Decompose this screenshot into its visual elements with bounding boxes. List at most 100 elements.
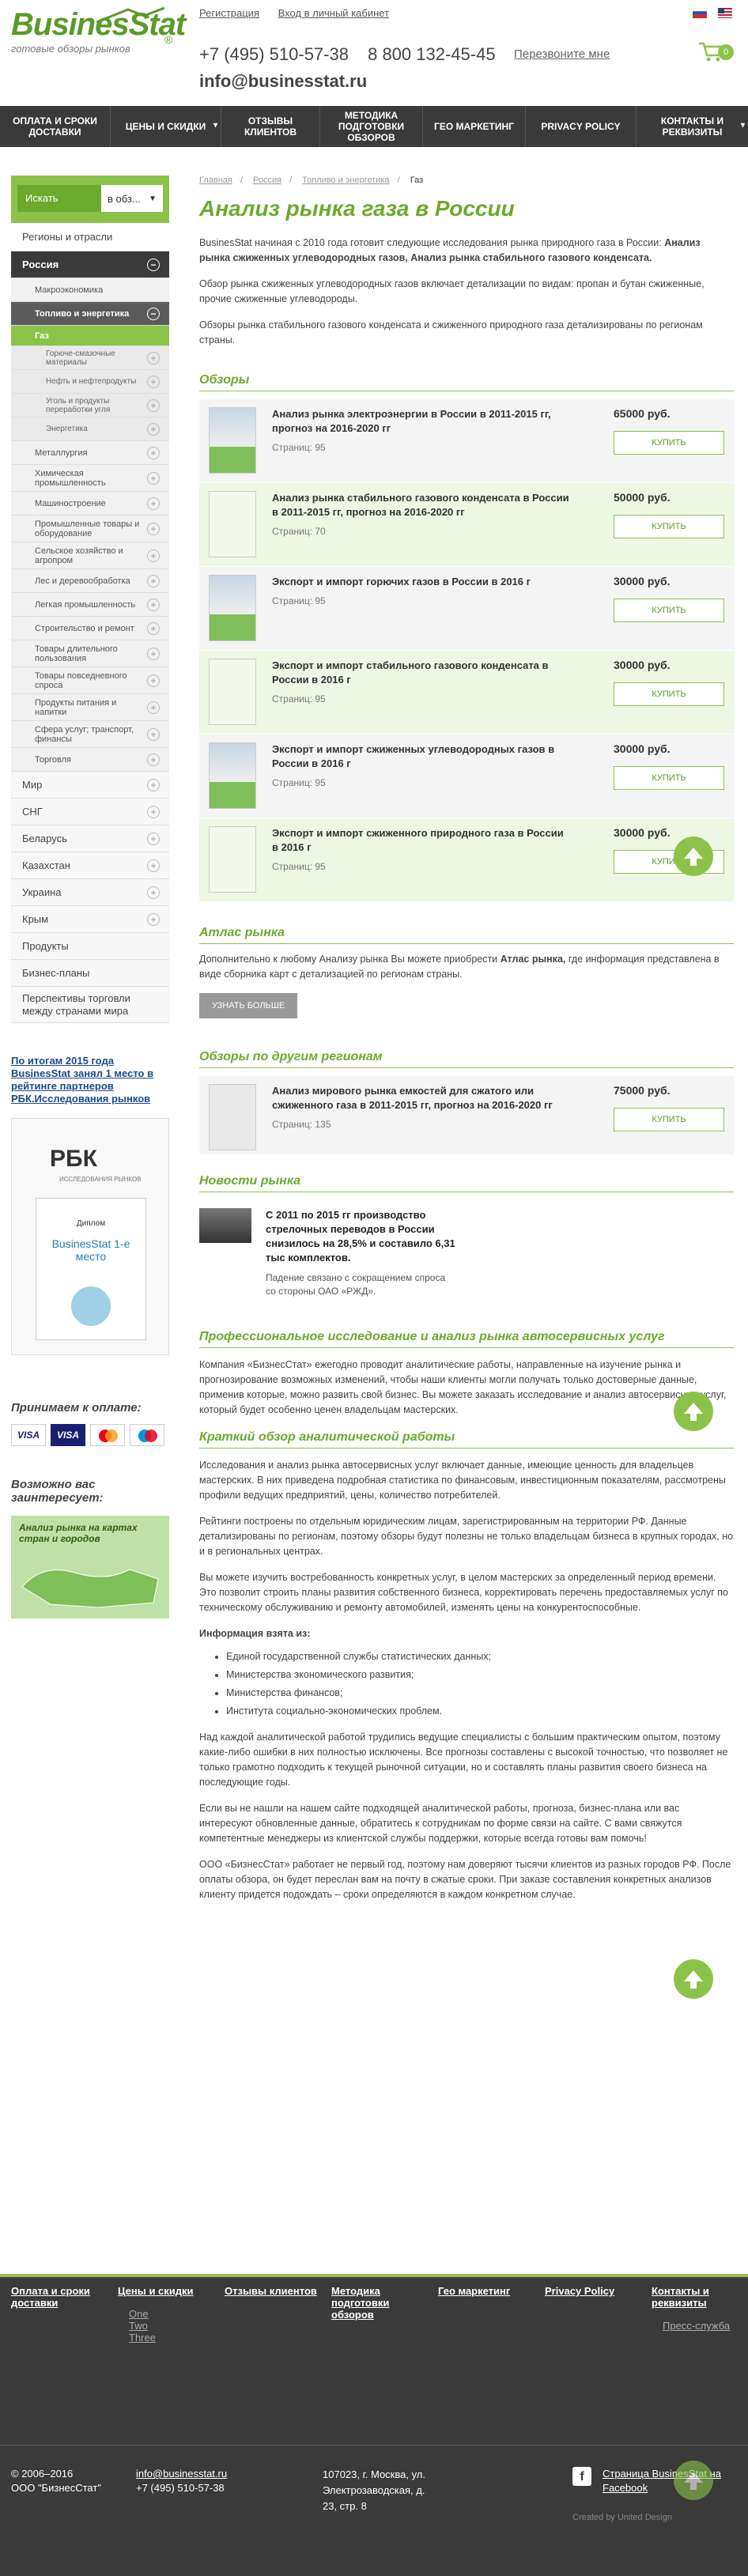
plus-icon[interactable]: + [147,912,160,926]
plus-icon[interactable]: + [147,398,160,412]
flag-ru-icon[interactable] [692,7,708,18]
plus-icon[interactable]: + [147,375,160,388]
scroll-up-button[interactable] [674,837,713,876]
review-title[interactable]: Анализ рынка стабильного газового конден… [272,491,572,519]
plus-icon[interactable]: + [147,859,160,872]
callback-link[interactable]: Перезвоните мне [514,47,610,61]
scroll-up-button[interactable] [674,1392,713,1431]
plus-icon[interactable]: + [147,647,160,660]
review-title[interactable]: Анализ рынка электроэнергии в России в 2… [272,407,572,436]
review-item[interactable]: Анализ рынка электроэнергии в России в 2… [199,399,734,483]
sidebar-item-russia[interactable]: Россия − [11,251,169,278]
review-title[interactable]: Экспорт и импорт стабильного газового ко… [272,659,572,687]
footer-nav-privacy[interactable]: Privacy Policy [534,2285,640,2344]
other-review-item[interactable]: Анализ мирового рынка емкостей для сжато… [199,1076,734,1155]
minus-icon[interactable]: − [147,307,160,320]
plus-icon[interactable]: + [147,701,160,714]
plus-icon[interactable]: + [147,422,160,436]
flag-us-icon[interactable] [718,8,732,18]
nav-methodology[interactable]: МЕТОДИКА ПОДГОТОВКИ ОБЗОРОВ [320,106,423,147]
plus-icon[interactable]: + [147,522,160,535]
plus-icon[interactable]: + [147,574,160,587]
search-scope-select[interactable]: в обз... [101,193,149,205]
nav-prices[interactable]: ЦЕНЫ И СКИДКИ ▾ [111,106,221,147]
footer-nav-geo[interactable]: Гео маркетинг [427,2285,534,2344]
sidebar-item-country[interactable]: Крым + [11,906,169,933]
login-link[interactable]: Вход в личный кабинет [278,7,389,19]
facebook-icon[interactable]: f [572,2467,591,2486]
review-title[interactable]: Экспорт и импорт сжиженных углеводородны… [272,742,572,771]
breadcrumb-russia[interactable]: Россия [253,176,281,185]
review-item[interactable]: Экспорт и импорт сжиженного природного г… [199,818,734,902]
breadcrumb-home[interactable]: Главная [199,176,232,185]
sidebar-item-country[interactable]: Беларусь + [11,825,169,852]
sidebar-subitem[interactable]: Нефть и нефтепродукты + [11,370,169,394]
footer-nav-reviews[interactable]: Отзывы клиентов [213,2285,320,2344]
buy-button[interactable]: КУПИТЬ [614,431,724,455]
plus-icon[interactable]: + [147,497,160,510]
sidebar-item-sector[interactable]: Сфера услуг; транспорт, финансы + [11,721,169,748]
sidebar-item-country[interactable]: Казахстан + [11,852,169,879]
plus-icon[interactable]: + [147,778,160,791]
nav-contacts[interactable]: КОНТАКТЫ И РЕКВИЗИТЫ ▾ [637,106,748,147]
plus-icon[interactable]: + [147,832,160,845]
plus-icon[interactable]: + [147,621,160,635]
sidebar-item-sector[interactable]: Сельское хозяйство и агропром + [11,542,169,569]
nav-reviews[interactable]: ОТЗЫВЫ КЛИЕНТОВ [221,106,320,147]
buy-button[interactable]: КУПИТЬ [614,766,724,790]
sidebar-regions[interactable]: Регионы и отрасли [11,223,169,251]
plus-icon[interactable]: + [147,549,160,562]
plus-icon[interactable]: + [147,351,160,364]
award-link[interactable]: По итогам 2015 года BusinesStat занял 1 … [11,1055,169,1105]
award-diploma[interactable]: РБК ИССЛЕДОВАНИЯ РЫНКОВ Диплом BusinesSt… [11,1118,169,1355]
sidebar-subitem[interactable]: Энергетика + [11,417,169,441]
buy-button[interactable]: КУПИТЬ [614,1108,724,1131]
sidebar-item-country[interactable]: Мир + [11,772,169,799]
logo[interactable]: BusinesStat ® готовые обзоры рынков [11,6,186,55]
sidebar-item-sector[interactable]: Лес и деревообработка + [11,569,169,593]
nav-privacy[interactable]: PRIVACY POLICY [526,106,637,147]
buy-button[interactable]: КУПИТЬ [614,682,724,706]
sidebar-item-country[interactable]: СНГ + [11,799,169,825]
sidebar-item-sector[interactable]: Товары длительного пользования + [11,640,169,667]
review-item[interactable]: Анализ рынка стабильного газового конден… [199,483,734,567]
sidebar-subitem[interactable]: Уголь и продукты переработки угля + [11,394,169,417]
minus-icon[interactable]: − [147,258,160,271]
footer-nav-delivery[interactable]: Оплата и сроки доставки [0,2285,107,2344]
review-item[interactable]: Экспорт и импорт стабильного газового ко… [199,651,734,735]
plus-icon[interactable]: + [147,886,160,899]
scroll-up-button[interactable] [674,1959,713,1999]
atlas-more-button[interactable]: УЗНАТЬ БОЛЬШЕ [199,993,298,1018]
footer-credit[interactable]: Created by United Design [572,2513,672,2522]
sidebar-item-extra[interactable]: Продукты [11,933,169,960]
sidebar-item-sector[interactable]: Товары повседневного спроса + [11,667,169,694]
sidebar-item-gas[interactable]: Газ [11,326,169,346]
scroll-up-button[interactable] [674,2461,713,2500]
sidebar-subitem[interactable]: Горюче-смазочные материалы + [11,346,169,370]
sidebar-item-fuel[interactable]: Топливо и энергетика − [11,302,169,326]
buy-button[interactable]: КУПИТЬ [614,599,724,622]
review-item[interactable]: Экспорт и импорт сжиженных углеводородны… [199,735,734,818]
plus-icon[interactable]: + [147,446,160,459]
buy-button[interactable]: КУПИТЬ [614,515,724,538]
footer-email[interactable]: info@businesstat.ru [136,2467,227,2481]
sidebar-item-sector[interactable]: Химическая промышленность + [11,465,169,492]
sidebar-item-sector[interactable]: Промышленные товары и оборудование + [11,516,169,542]
sidebar-item-sector[interactable]: Торговля + [11,748,169,772]
plus-icon[interactable]: + [147,674,160,687]
sidebar-item-macro[interactable]: Макроэкономика [11,278,169,302]
sidebar-item-sector[interactable]: Металлургия + [11,441,169,465]
header-email[interactable]: info@businesstat.ru [199,71,367,92]
plus-icon[interactable]: + [147,471,160,485]
review-title[interactable]: Экспорт и импорт горючих газов в России … [272,575,572,589]
sidebar-item-sector[interactable]: Продукты питания и напитки + [11,694,169,721]
footer-nav-prices[interactable]: Цены и скидки One Two Three [107,2285,213,2344]
sidebar-item-sector[interactable]: Легкая промышленность + [11,593,169,617]
search-input[interactable]: Искать [17,185,101,212]
breadcrumb-fuel[interactable]: Топливо и энергетика [302,176,389,185]
sidebar-item-extra[interactable]: Бизнес-планы [11,960,169,987]
atlas-promo-banner[interactable]: Анализ рынка на картах стран и городов [11,1516,169,1618]
sidebar-item-sector[interactable]: Строительство и ремонт + [11,617,169,640]
plus-icon[interactable]: + [147,598,160,611]
sidebar-item-extra[interactable]: Перспективы торговли между странами мира [11,987,169,1023]
